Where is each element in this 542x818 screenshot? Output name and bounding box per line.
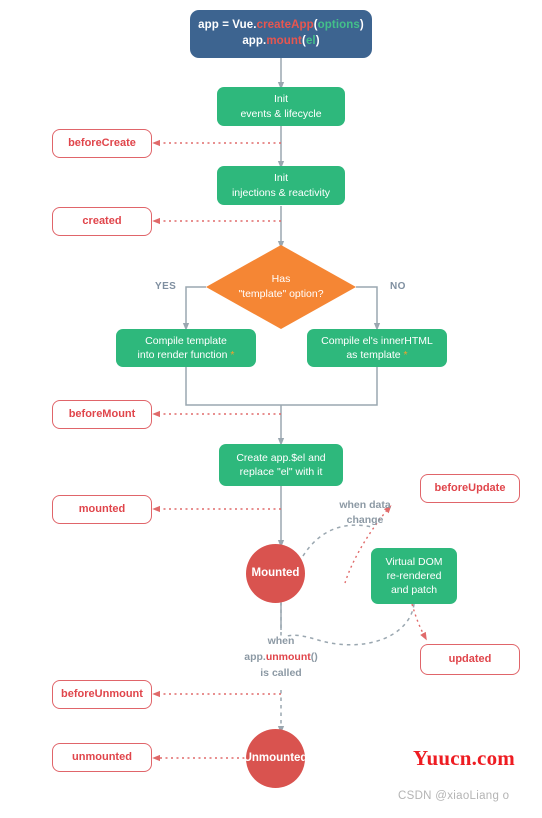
when-unmount-line2: app.unmount() <box>221 650 341 666</box>
process-init-injections-line2: injections & reactivity <box>231 186 331 199</box>
process-init-injections: Init injections & reactivity <box>217 166 345 205</box>
annotation-when-data-change: when data change <box>325 498 405 528</box>
edge-decision-no <box>356 286 381 331</box>
state-mounted: Mounted <box>246 544 305 603</box>
hook-beforeUpdate-label: beforeUpdate <box>434 482 506 495</box>
hook-beforeMount: beforeMount <box>52 400 152 429</box>
process-create-el-line2: replace "el" with it <box>239 466 323 478</box>
hook-created-label: created <box>82 215 122 228</box>
hook-mounted: mounted <box>52 495 152 524</box>
code-token-app-vue: app = Vue. <box>198 19 257 32</box>
process-compile-template-line2: into render function * <box>137 349 235 361</box>
when-unmount-fn: unmount <box>265 650 311 663</box>
footnote-star-1: * <box>230 349 235 361</box>
code-token-paren-close-2: ) <box>315 35 320 47</box>
hook-unmounted: unmounted <box>52 743 152 772</box>
process-init-events-line2: events & lifecycle <box>240 107 322 120</box>
hook-arrow-updated <box>411 603 427 641</box>
vue-lifecycle-diagram: app = Vue.createApp(options) app.mount(e… <box>0 0 542 818</box>
when-unmount-suffix: () <box>310 650 318 663</box>
process-init-events-line1: Init <box>273 93 288 106</box>
decision-line1: Has <box>271 273 291 286</box>
branch-label-yes: YES <box>155 281 177 292</box>
state-unmounted-label: Unmounted <box>243 751 308 764</box>
process-compile-innerhtml-line1: Compile el's innerHTML <box>321 334 433 347</box>
code-token-app: app. <box>242 35 267 47</box>
code-token-paren-close-1: ) <box>359 19 364 32</box>
when-unmount-line1: when <box>267 635 295 647</box>
hook-beforeCreate: beforeCreate <box>52 129 152 158</box>
hook-created: created <box>52 207 152 236</box>
decision-has-template: Has "template" option? <box>206 245 356 329</box>
hook-beforeUnmount-label: beforeUnmount <box>61 688 143 701</box>
watermark-site: Yuucn.com <box>413 746 515 770</box>
code-line-2: app.mount(el) <box>242 34 319 50</box>
when-unmount-line3: is called <box>260 666 302 679</box>
state-unmounted: Unmounted <box>243 729 308 788</box>
hook-mounted-label: mounted <box>78 503 126 516</box>
create-app-code-box: app = Vue.createApp(options) app.mount(e… <box>190 10 372 58</box>
when-data-change-line2: change <box>346 514 384 527</box>
hook-beforeUpdate: beforeUpdate <box>420 474 520 503</box>
annotation-when-unmount-called: when app.unmount() is called <box>221 634 341 681</box>
process-init-events: Init events & lifecycle <box>217 87 345 126</box>
when-unmount-prefix: app. <box>244 650 266 663</box>
code-token-options: options <box>317 19 360 32</box>
edge-decision-yes <box>182 286 206 331</box>
process-virtual-dom: Virtual DOM re-rendered and patch <box>371 548 457 604</box>
hook-beforeMount-label: beforeMount <box>68 408 136 421</box>
decision-label: Has "template" option? <box>206 245 356 329</box>
process-create-el-line1: Create app.$el and <box>236 451 326 464</box>
code-token-createapp: createApp <box>256 19 314 32</box>
edge-compile-merge <box>185 367 378 406</box>
watermark-credit: CSDN @xiaoLiang o <box>398 790 510 802</box>
process-init-injections-line1: Init <box>273 172 288 185</box>
process-compile-template-line1: Compile template <box>145 334 227 347</box>
hook-beforeCreate-label: beforeCreate <box>68 137 136 150</box>
edge-mounted-to-vdom <box>302 524 373 557</box>
virtual-dom-line3: and patch <box>390 584 438 597</box>
when-data-change-line1: when data <box>339 499 391 511</box>
hook-beforeUnmount: beforeUnmount <box>52 680 152 709</box>
branch-label-no: NO <box>390 281 406 292</box>
code-token-mount: mount <box>266 35 302 47</box>
process-compile-innerhtml-line2: as template * <box>346 349 408 361</box>
footnote-star-2: * <box>403 349 408 361</box>
virtual-dom-line2: re-rendered <box>386 569 442 582</box>
hook-updated-label: updated <box>448 653 492 666</box>
decision-line2: "template" option? <box>238 288 324 300</box>
code-line-1: app = Vue.createApp(options) <box>198 18 364 34</box>
hook-unmounted-label: unmounted <box>72 751 132 764</box>
code-token-el: el <box>305 35 316 47</box>
process-compile-innerhtml: Compile el's innerHTML as template * <box>307 329 447 367</box>
process-create-el: Create app.$el and replace "el" with it <box>219 444 343 486</box>
process-compile-template: Compile template into render function * <box>116 329 256 367</box>
virtual-dom-line1: Virtual DOM <box>385 555 443 568</box>
hook-updated: updated <box>420 644 520 675</box>
state-mounted-label: Mounted <box>251 566 300 579</box>
